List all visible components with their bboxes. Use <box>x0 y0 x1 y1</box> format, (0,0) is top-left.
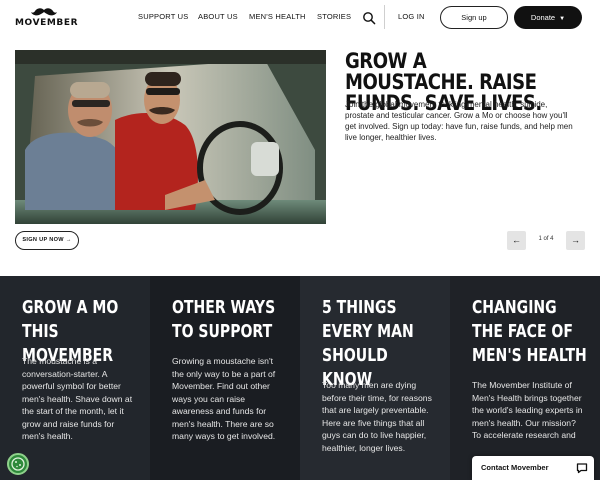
card-body: Too many men are dying before their time… <box>322 380 432 453</box>
contact-label: Contact Movember <box>481 463 549 472</box>
feature-cards-section: GROW A MO THIS MOVEMBER The moustache is… <box>0 276 600 480</box>
hero-image <box>15 50 326 224</box>
logo-text: MOVEMBER <box>15 18 79 28</box>
carousel-prev-button[interactable]: ← <box>507 231 526 250</box>
contact-widget[interactable]: Contact Movember <box>472 456 594 480</box>
carousel-next-button[interactable]: → <box>566 231 585 250</box>
donate-button[interactable]: Donate ▼ <box>514 6 582 29</box>
donate-label: Donate <box>530 13 556 22</box>
login-link[interactable]: LOG IN <box>398 12 425 21</box>
arrow-right-icon: → <box>65 237 72 243</box>
card-body: Growing a moustache isn't the only way t… <box>172 356 276 441</box>
sign-up-now-label: SIGN UP NOW <box>22 237 64 243</box>
card-body: The moustache is a conversation-starter.… <box>22 356 133 441</box>
nav-mens-health[interactable]: MEN'S HEALTH <box>249 12 306 21</box>
arrow-left-icon: ← <box>512 235 521 245</box>
card-body: The Movember Institute of Men's Health b… <box>472 380 583 440</box>
signup-button[interactable]: Sign up <box>440 6 508 29</box>
card-other-ways[interactable]: OTHER WAYS TO SUPPORT Growing a moustach… <box>150 276 300 480</box>
chevron-down-icon: ▼ <box>559 16 566 22</box>
carousel-counter: 1 of 4 <box>538 236 554 242</box>
site-header: MOVEMBER SUPPORT US ABOUT US MEN'S HEALT… <box>0 0 600 36</box>
card-five-things[interactable]: 5 THINGS EVERY MAN SHOULD KNOW Too many … <box>300 276 450 480</box>
cookie-settings-button[interactable] <box>7 453 29 475</box>
nav-support-us[interactable]: SUPPORT US <box>138 12 189 21</box>
header-divider <box>384 5 385 29</box>
card-grow-a-mo[interactable]: GROW A MO THIS MOVEMBER The moustache is… <box>0 276 150 480</box>
cookie-icon <box>11 457 25 471</box>
moustache-icon <box>31 8 57 16</box>
hero-description: Join the global movement tackling mental… <box>345 100 573 142</box>
sign-up-now-button[interactable]: SIGN UP NOW → <box>15 231 79 250</box>
nav-about-us[interactable]: ABOUT US <box>198 12 238 21</box>
search-icon[interactable] <box>362 11 376 25</box>
chat-icon <box>576 463 588 474</box>
card-title: OTHER WAYS TO SUPPORT <box>172 297 276 342</box>
nav-stories[interactable]: STORIES <box>317 12 351 21</box>
card-title: 5 THINGS EVERY MAN SHOULD KNOW <box>322 297 414 390</box>
movember-logo[interactable]: MOVEMBER <box>15 7 78 31</box>
arrow-right-icon: → <box>571 235 580 245</box>
card-changing-face[interactable]: CHANGING THE FACE OF MEN'S HEALTH The Mo… <box>450 276 600 480</box>
signup-label: Sign up <box>461 13 487 22</box>
card-title: CHANGING THE FACE OF MEN'S HEALTH <box>472 297 587 366</box>
